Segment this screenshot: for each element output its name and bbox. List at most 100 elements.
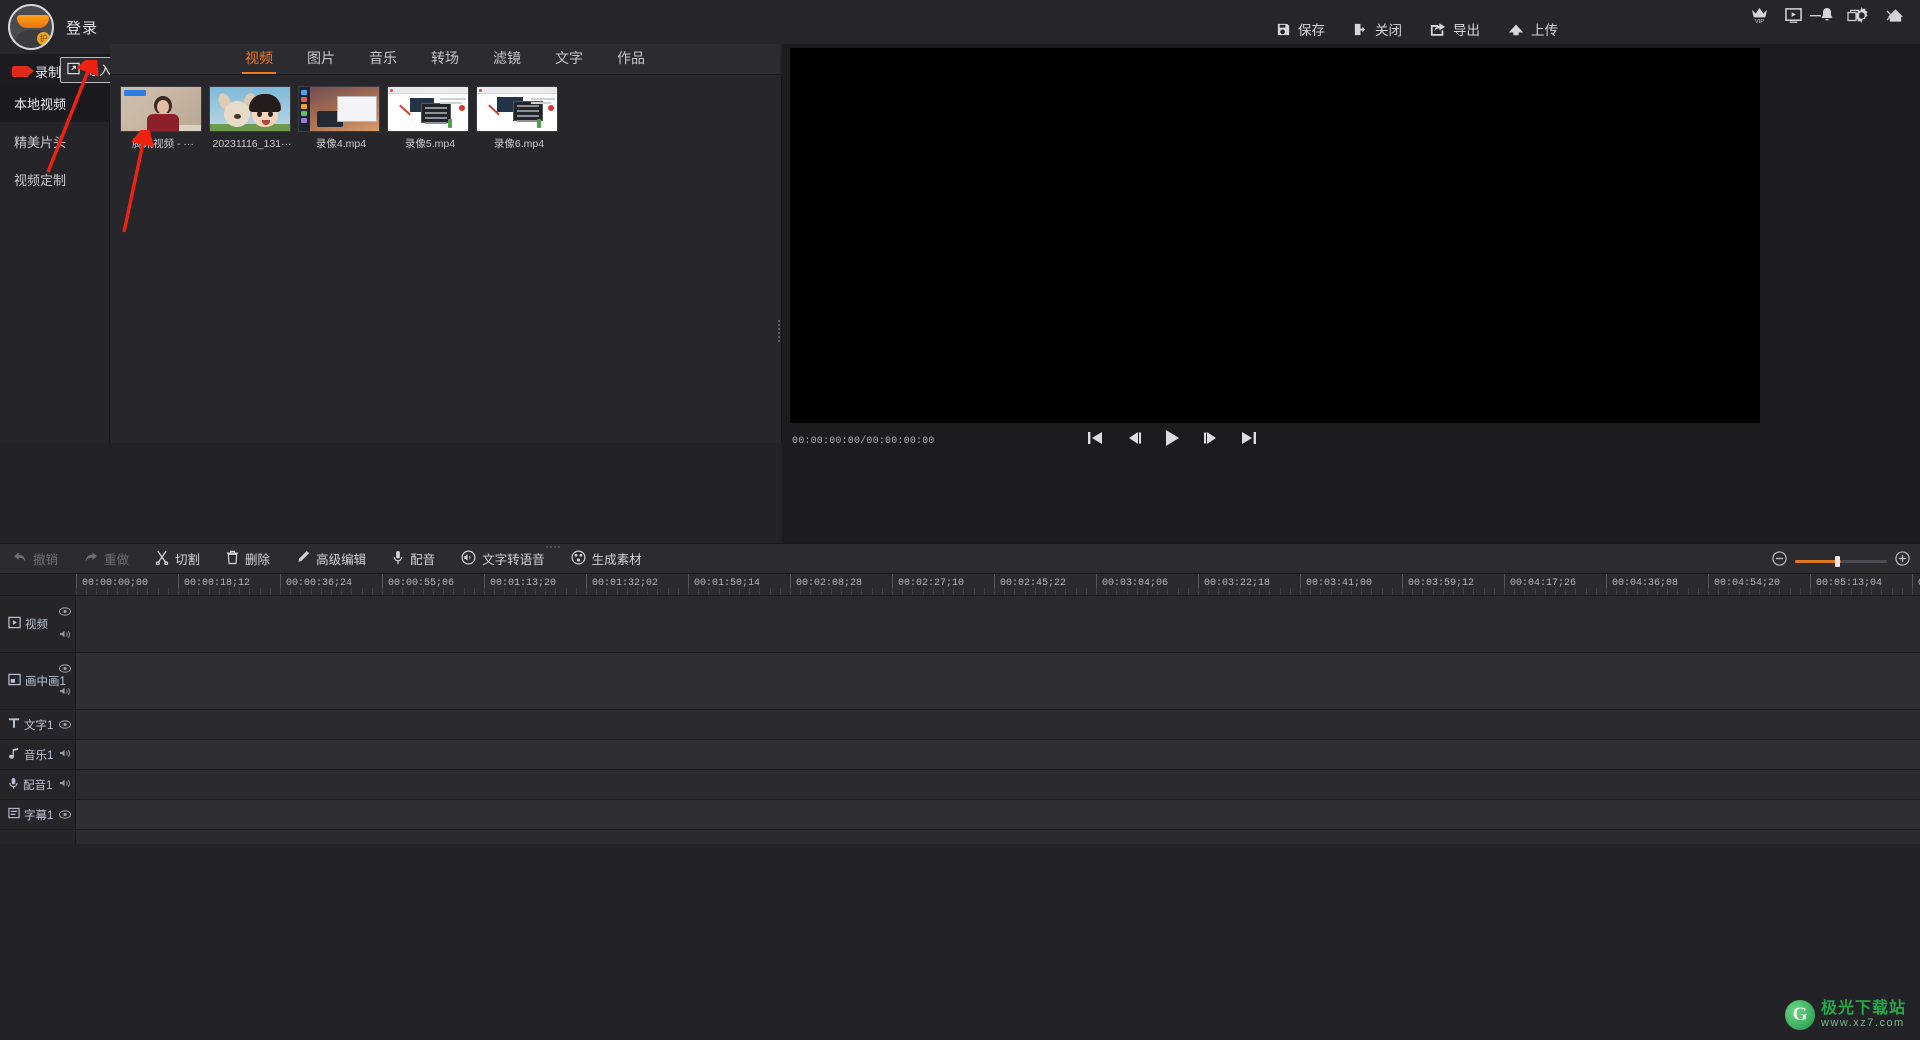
tab-transition[interactable]: 转场 [414, 48, 476, 74]
eye-icon[interactable] [58, 806, 72, 824]
sidebar-item-video-custom[interactable]: 视频定制 [0, 160, 109, 198]
upload-icon [1508, 22, 1524, 36]
track-header-text1[interactable]: 文字1 [0, 710, 76, 739]
preview-canvas[interactable] [790, 48, 1760, 423]
redo-button[interactable]: 重做 [71, 544, 142, 574]
track-header-music1[interactable]: 音乐1 [0, 740, 76, 769]
track-content-spacer [76, 830, 1920, 844]
app-logo[interactable]: 护 [8, 4, 54, 50]
ruler-minor-tick [1238, 588, 1240, 595]
speaker-icon[interactable] [59, 627, 71, 645]
eye-icon[interactable] [58, 603, 72, 621]
track-header-pip1[interactable]: 画中画1 [0, 653, 76, 709]
advanced-edit-button[interactable]: 高级编辑 [283, 544, 379, 574]
record-button[interactable]: 录制 [8, 60, 65, 83]
track-row: 视频 [0, 596, 1920, 653]
media-item[interactable]: 录像4.mp4 [298, 86, 384, 151]
prev-frame-button[interactable] [1121, 425, 1147, 451]
media-item[interactable]: 录像5.mp4 [387, 86, 473, 151]
tab-music[interactable]: 音乐 [352, 48, 414, 74]
maximize-button[interactable] [1834, 0, 1872, 30]
undo-label: 撤销 [33, 553, 59, 567]
ruler-minor-tick [127, 588, 128, 595]
upload-label: 上传 [1531, 23, 1558, 38]
track-row: 文字1 [0, 710, 1920, 740]
save-icon [1276, 22, 1291, 37]
tab-video[interactable]: 视频 [228, 48, 290, 74]
split-button[interactable]: 切割 [142, 544, 213, 574]
track-header-subtitle1[interactable]: 字幕1 [0, 800, 76, 829]
generate-media-button[interactable]: 生成素材 [558, 544, 655, 574]
ruler-minor-tick [1249, 588, 1250, 595]
close-window-button[interactable] [1872, 0, 1910, 30]
titlebar-actions: 保存 关闭 导出 上传 [1262, 17, 1572, 41]
ruler-minor-tick [1544, 588, 1546, 595]
media-item[interactable]: 20231116_131··· [209, 86, 295, 151]
ruler-minor-tick [453, 588, 455, 595]
tab-text[interactable]: 文字 [538, 48, 600, 74]
tab-image[interactable]: 图片 [290, 48, 352, 74]
thumb-art [210, 124, 290, 131]
minimize-button[interactable] [1796, 0, 1834, 30]
track-label-group: 文字1 [0, 717, 53, 733]
close-project-button[interactable]: 关闭 [1339, 17, 1416, 41]
ruler-minor-tick [1330, 588, 1332, 595]
ruler-minor-tick [728, 588, 730, 595]
track-label-group: 字幕1 [0, 807, 53, 823]
eye-icon[interactable] [58, 660, 72, 678]
track-content-music1[interactable] [76, 740, 1920, 769]
voiceover-button[interactable]: 配音 [379, 544, 448, 574]
track-content-video[interactable] [76, 596, 1920, 652]
upload-button[interactable]: 上传 [1494, 17, 1572, 41]
media-category-sidebar: 本地视频 精美片头 视频定制 [0, 84, 110, 443]
zoom-in-icon[interactable] [1895, 551, 1910, 571]
jump-start-button[interactable] [1082, 425, 1108, 451]
track-header-video[interactable]: 视频 [0, 596, 76, 652]
speaker-icon[interactable] [59, 746, 71, 764]
timeline-ruler[interactable]: 00:00:00;00 00:00:18;12 00:00:36;24 00:0… [0, 574, 1920, 596]
track-header-voiceover1[interactable]: 配音1 [0, 770, 76, 799]
titlebar-icon-group: VIP [1742, 0, 1912, 30]
next-frame-button[interactable] [1198, 425, 1224, 451]
track-content-text1[interactable] [76, 710, 1920, 739]
eye-icon[interactable] [58, 716, 72, 734]
ruler-minor-tick [1024, 588, 1026, 595]
media-item[interactable]: 录像6.mp4 [476, 86, 562, 151]
ruler-minor-tick [147, 588, 149, 595]
ruler-minor-tick [484, 588, 485, 595]
logo-badge: 护 [37, 32, 50, 45]
media-item[interactable]: 腾讯视频 - ··· [120, 86, 206, 151]
track-content-voiceover1[interactable] [76, 770, 1920, 799]
ruler-corner [0, 574, 76, 595]
import-icon [67, 62, 80, 78]
jump-end-button[interactable] [1236, 425, 1262, 451]
ruler-minor-tick [137, 588, 139, 595]
login-link[interactable]: 登录 [66, 17, 98, 38]
ruler-minor-tick [1657, 588, 1658, 595]
sidebar-item-intro-templates[interactable]: 精美片头 [0, 122, 109, 160]
text-track-icon [8, 717, 20, 732]
tab-works[interactable]: 作品 [600, 48, 662, 74]
text-to-speech-button[interactable]: 文字转语音 [448, 544, 558, 574]
vip-crown-icon[interactable]: VIP [1742, 1, 1776, 29]
play-button[interactable] [1159, 425, 1185, 451]
track-content-pip1[interactable] [76, 653, 1920, 709]
track-header-spacer [0, 830, 76, 844]
ruler-minor-tick [1391, 588, 1393, 595]
tab-filter[interactable]: 滤镜 [476, 48, 538, 74]
ruler-minor-tick [1300, 588, 1301, 595]
undo-button[interactable]: 撤销 [0, 544, 71, 574]
ruler-minor-tick [269, 588, 271, 595]
ruler-minor-tick [443, 588, 445, 595]
track-content-subtitle1[interactable] [76, 800, 1920, 829]
speaker-icon[interactable] [59, 684, 71, 702]
delete-button[interactable]: 删除 [213, 544, 283, 574]
save-button[interactable]: 保存 [1262, 17, 1339, 41]
zoom-slider[interactable] [1795, 555, 1887, 567]
sidebar-item-local-video[interactable]: 本地视频 [0, 84, 109, 122]
zoom-out-icon[interactable] [1772, 551, 1787, 571]
export-button[interactable]: 导出 [1416, 17, 1494, 41]
ruler-minor-tick [1810, 588, 1811, 595]
speaker-icon[interactable] [59, 776, 71, 794]
toolbar-drag-dots[interactable] [546, 546, 560, 548]
